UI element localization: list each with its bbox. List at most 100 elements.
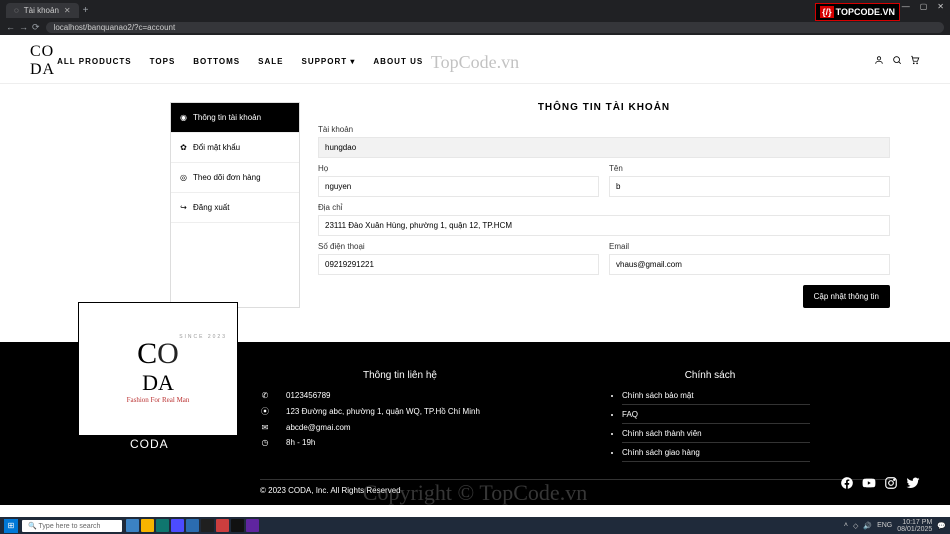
user-circle-icon: ◉ [179, 113, 188, 122]
since-badge: SINCE 2023 [179, 334, 227, 340]
cart-icon[interactable] [910, 55, 920, 68]
taskbar-app[interactable] [156, 519, 169, 532]
contact-hours: 8h - 19h [286, 438, 315, 447]
facebook-icon[interactable] [840, 476, 854, 493]
tray-date: 08/01/2025 [897, 526, 932, 533]
taskbar-app[interactable] [216, 519, 229, 532]
win-close[interactable]: ✕ [937, 2, 944, 11]
account-sidebar: ◉ Thông tin tài khoản ✿ Đổi mật khẩu ◎ T… [170, 102, 300, 308]
sidebar-item-change-password[interactable]: ✿ Đổi mật khẩu [171, 133, 299, 163]
browser-tab[interactable]: ◌ Tài khoản ✕ [6, 3, 79, 18]
footer-policy-title: Chính sách [610, 370, 810, 381]
nav-about[interactable]: ABOUT US [371, 53, 425, 70]
taskbar-app[interactable] [246, 519, 259, 532]
youtube-icon[interactable] [862, 476, 876, 493]
panel-title: THÔNG TIN TÀI KHOẢN [318, 102, 890, 113]
input-email[interactable] [609, 254, 890, 275]
nav-reload-icon[interactable]: ⟳ [32, 22, 40, 33]
taskbar-search[interactable]: 🔍 Type here to search [22, 520, 122, 532]
taskbar-app[interactable] [126, 519, 139, 532]
twitter-icon[interactable] [906, 476, 920, 493]
sidebar-item-logout[interactable]: ↪ Đăng xuất [171, 193, 299, 223]
policy-link[interactable]: FAQ [622, 410, 810, 424]
instagram-icon[interactable] [884, 476, 898, 493]
social-links [840, 476, 920, 493]
nav-support[interactable]: SUPPORT ▾ [299, 53, 357, 70]
policy-link[interactable]: Chính sách giao hàng [622, 448, 810, 462]
logout-icon: ↪ [179, 203, 188, 212]
site-header: CODA ALL PRODUCTS TOPS BOTTOMS SALE SUPP… [0, 35, 950, 84]
main-nav: ALL PRODUCTS TOPS BOTTOMS SALE SUPPORT ▾… [55, 53, 874, 70]
input-lastname[interactable] [318, 176, 599, 197]
email-icon: ✉ [260, 423, 270, 432]
address-bar[interactable]: localhost/banquanao2/?c=account [46, 22, 944, 33]
submit-button[interactable]: Cập nhật thông tin [803, 285, 890, 308]
label-address: Địa chỉ [318, 203, 890, 212]
nav-tops[interactable]: TOPS [148, 53, 178, 70]
search-icon[interactable] [892, 55, 902, 68]
footer-brand-name: CODA [130, 437, 169, 451]
sidebar-label: Theo dõi đơn hàng [193, 173, 261, 182]
tab-title: Tài khoản [24, 6, 59, 15]
footer-logo-card: SINCE 2023 CODA Fashion For Real Man [78, 302, 238, 436]
contact-address: 123 Đường abc, phường 1, quận WQ, TP.Hồ … [286, 407, 480, 416]
tray-lang[interactable]: ENG [877, 522, 892, 529]
copyright: © 2023 CODA, Inc. All Rights Reserved [260, 479, 890, 495]
sidebar-item-account-info[interactable]: ◉ Thông tin tài khoản [171, 103, 299, 133]
tab-close-icon[interactable]: ✕ [64, 6, 71, 15]
url-text: localhost/banquanao2/?c=account [54, 23, 176, 32]
policy-link[interactable]: Chính sách thành viên [622, 429, 810, 443]
tab-favicon: ◌ [14, 6, 19, 15]
topcode-watermark: {/}TOPCODE.VN [815, 3, 900, 21]
nav-all-products[interactable]: ALL PRODUCTS [55, 53, 134, 70]
tray-time: 10:17 PM [897, 519, 932, 526]
nav-sale[interactable]: SALE [256, 53, 285, 70]
taskbar-app[interactable] [141, 519, 154, 532]
label-username: Tài khoản [318, 125, 890, 134]
sidebar-label: Đổi mật khẩu [193, 143, 240, 152]
input-username [318, 137, 890, 158]
win-minimize[interactable]: — [902, 2, 910, 11]
contact-phone: 0123456789 [286, 391, 331, 400]
policy-link[interactable]: Chính sách bảo mật [622, 391, 810, 405]
account-panel: THÔNG TIN TÀI KHOẢN Tài khoản Họ Tên Địa… [318, 102, 890, 308]
sidebar-item-orders[interactable]: ◎ Theo dõi đơn hàng [171, 163, 299, 193]
eye-icon: ◎ [179, 173, 188, 182]
windows-taskbar: ⊞ 🔍 Type here to search ˄ ◇ 🔊 ENG 10:17 … [0, 517, 950, 534]
site-footer: SINCE 2023 CODA Fashion For Real Man COD… [0, 342, 950, 505]
user-icon[interactable] [874, 55, 884, 68]
browser-chrome: — ▢ ✕ ◌ Tài khoản ✕ + ← → ⟳ localhost/ba… [0, 0, 950, 35]
input-firstname[interactable] [609, 176, 890, 197]
tray-sound-icon[interactable]: 🔊 [863, 522, 872, 530]
win-maximize[interactable]: ▢ [920, 2, 928, 11]
new-tab-button[interactable]: + [83, 5, 89, 16]
tray-wifi-icon[interactable]: ◇ [853, 522, 858, 530]
nav-bottoms[interactable]: BOTTOMS [191, 53, 242, 70]
phone-icon: ✆ [260, 391, 270, 400]
taskbar-app[interactable] [201, 519, 214, 532]
sidebar-label: Thông tin tài khoản [193, 113, 261, 122]
footer-contact-title: Thông tin liên hệ [260, 370, 540, 381]
start-button[interactable]: ⊞ [4, 519, 18, 533]
nav-back-icon[interactable]: ← [6, 22, 15, 33]
logo[interactable]: CODA [30, 43, 55, 79]
map-pin-icon: ⦿ [260, 406, 270, 417]
label-email: Email [609, 242, 890, 251]
nav-forward-icon[interactable]: → [19, 22, 28, 33]
label-lastname: Họ [318, 164, 599, 173]
tray-chevron-icon[interactable]: ˄ [844, 522, 848, 529]
label-phone: Số điện thoại [318, 242, 599, 251]
input-address[interactable] [318, 215, 890, 236]
clock-icon: ◷ [260, 438, 270, 447]
taskbar-app[interactable] [171, 519, 184, 532]
tray-notifications-icon[interactable]: 💬 [937, 522, 946, 530]
footer-tagline: Fashion For Real Man [127, 396, 190, 404]
gear-icon: ✿ [179, 143, 188, 152]
footer-logo: CODA [137, 340, 179, 394]
sidebar-label: Đăng xuất [193, 203, 229, 212]
taskbar-app[interactable] [186, 519, 199, 532]
label-firstname: Tên [609, 164, 890, 173]
contact-email: abcde@gmai.com [286, 423, 351, 432]
taskbar-app[interactable] [231, 519, 244, 532]
input-phone[interactable] [318, 254, 599, 275]
